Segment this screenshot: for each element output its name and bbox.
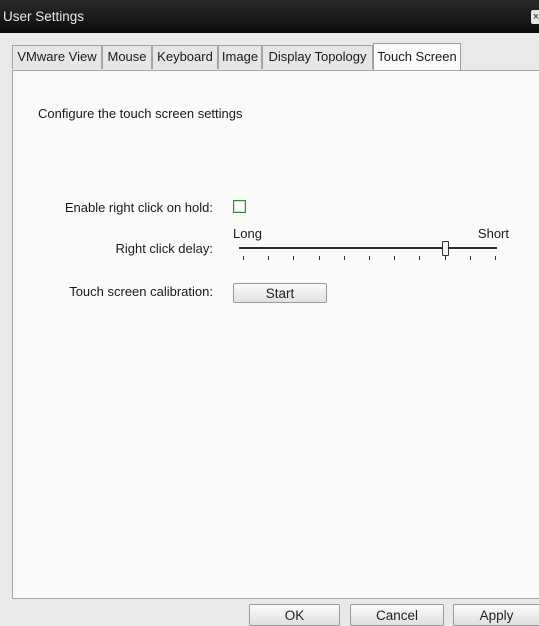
ok-button[interactable]: OK — [249, 604, 340, 626]
slider-tick — [445, 256, 446, 260]
tab-mouse[interactable]: Mouse — [102, 45, 152, 69]
window-title: User Settings — [3, 9, 85, 24]
slider-thumb[interactable] — [442, 241, 449, 256]
slider-tick — [293, 256, 294, 260]
section-description: Configure the touch screen settings — [38, 106, 243, 121]
slider-track[interactable] — [239, 247, 497, 249]
slider-min-label: Long — [233, 226, 262, 241]
tab-vmware-view[interactable]: VMware View — [12, 45, 102, 69]
calibration-start-button[interactable]: Start — [233, 283, 327, 303]
tab-keyboard[interactable]: Keyboard — [152, 45, 218, 69]
slider-tick — [470, 256, 471, 260]
slider-tick — [495, 256, 496, 260]
tab-touch-screen[interactable]: Touch Screen — [373, 43, 461, 70]
slider-tick — [419, 256, 420, 260]
apply-button[interactable]: Apply — [453, 604, 539, 626]
slider-tick — [319, 256, 320, 260]
touch-screen-panel: Configure the touch screen settings Enab… — [12, 70, 539, 599]
slider-tick — [243, 256, 244, 260]
right-click-checkbox[interactable] — [233, 200, 246, 213]
title-bar: User Settings × — [0, 0, 539, 33]
right-click-label: Enable right click on hold: — [64, 200, 213, 215]
close-icon[interactable]: × — [531, 10, 539, 24]
right-click-delay-label: Right click delay: — [115, 241, 213, 256]
slider-tick — [369, 256, 370, 260]
calibration-label: Touch screen calibration: — [69, 284, 213, 299]
slider-max-label: Short — [477, 226, 509, 241]
slider-tick — [394, 256, 395, 260]
right-click-delay-slider[interactable]: Long Short — [233, 226, 509, 260]
tab-display-topology[interactable]: Display Topology — [262, 45, 373, 69]
slider-tick — [344, 256, 345, 260]
slider-tick — [268, 256, 269, 260]
tab-strip: VMware View Mouse Keyboard Image Display… — [12, 43, 539, 71]
cancel-button[interactable]: Cancel — [350, 604, 444, 626]
tab-image[interactable]: Image — [218, 45, 262, 69]
